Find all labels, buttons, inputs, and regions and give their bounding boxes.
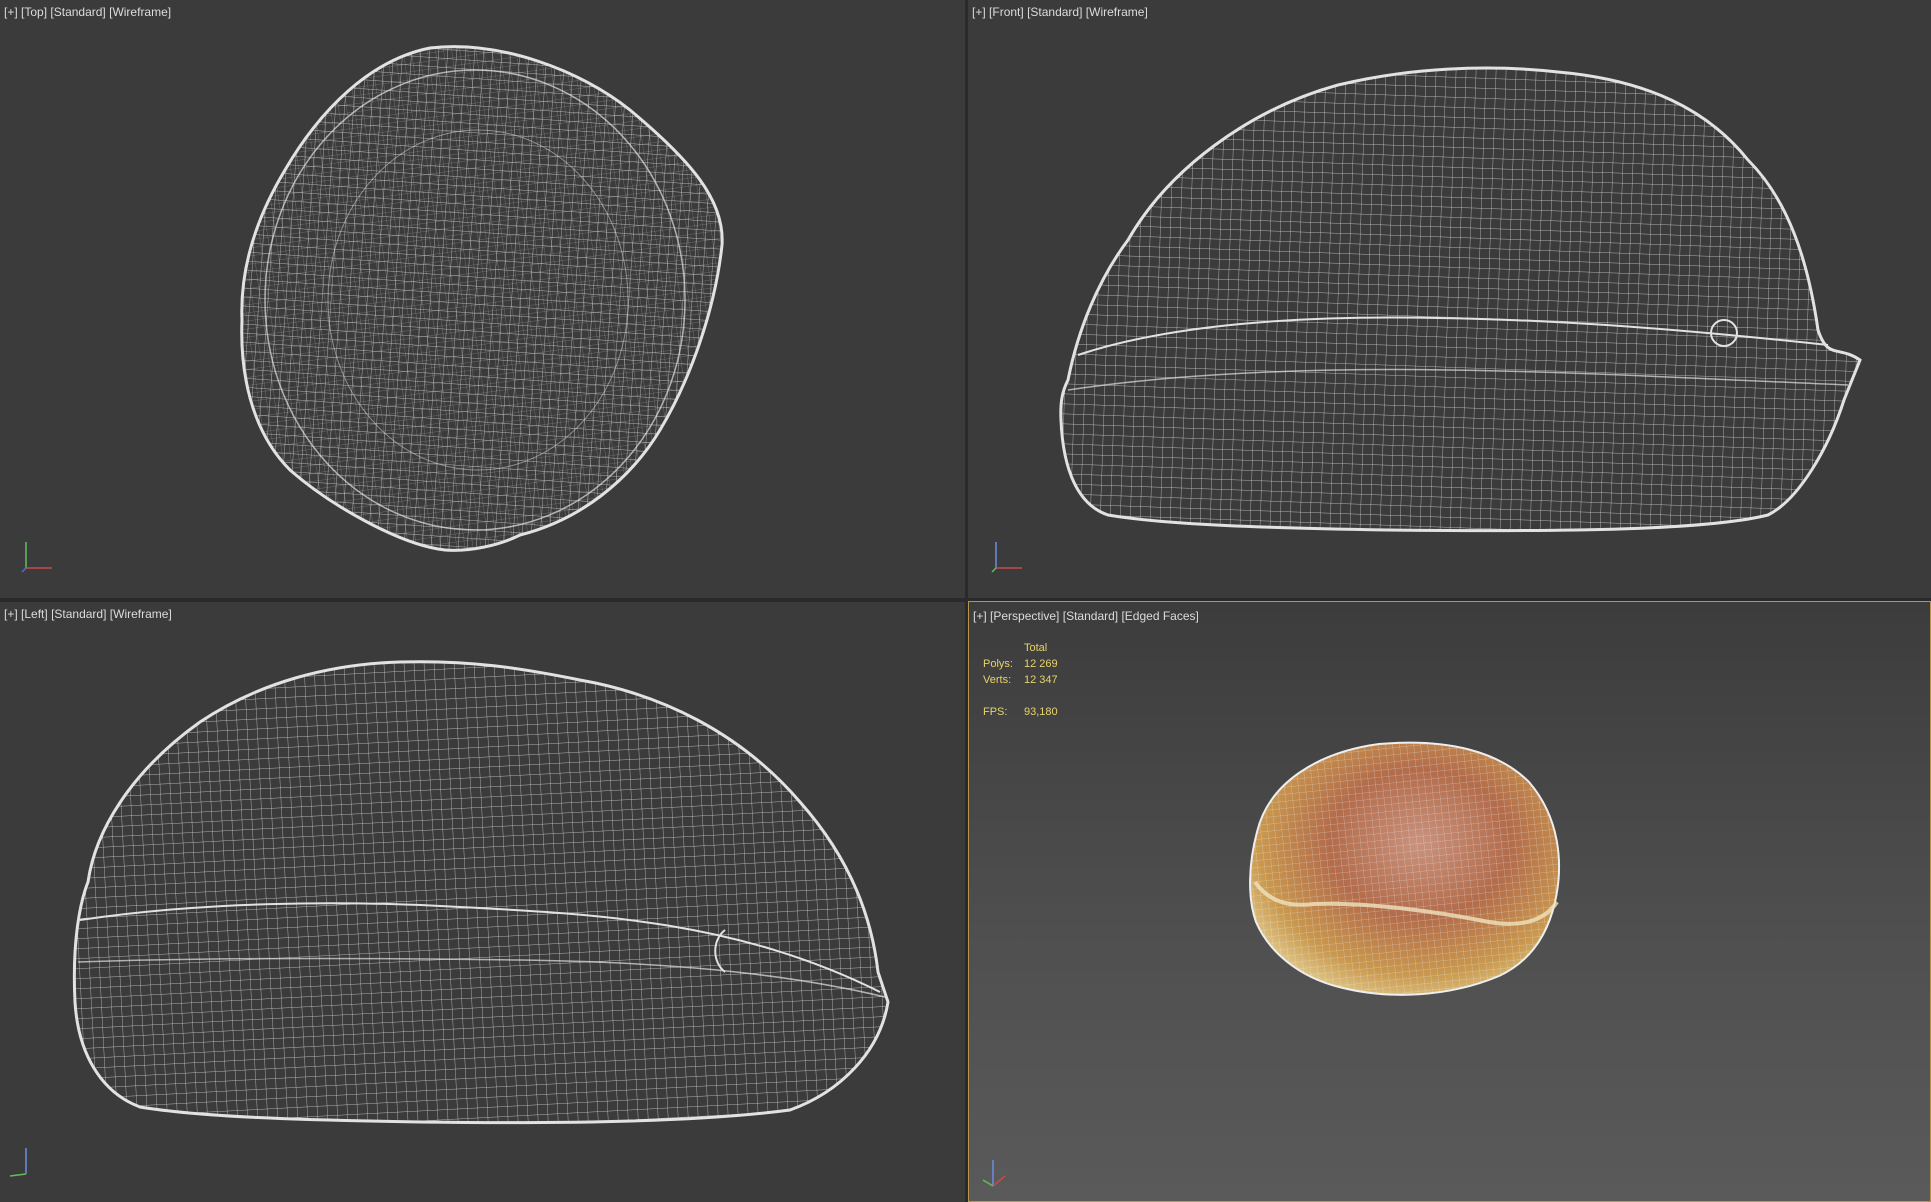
shading-mode-button[interactable]: [Edged Faces] [1121, 609, 1198, 623]
axis-gizmo-icon [9, 1148, 27, 1177]
axis-gizmo-icon [21, 542, 52, 573]
render-mode-button[interactable]: [Standard] [50, 5, 105, 19]
bun-wireframe-top [240, 45, 724, 552]
viewport-label-front: [+] [Front] [Standard] [Wireframe] [972, 5, 1148, 19]
shading-mode-button[interactable]: [Wireframe] [109, 5, 171, 19]
polys-label: Polys: [983, 658, 1013, 670]
viewport-menu-button[interactable]: [+] [4, 5, 18, 19]
bun-wireframe-left [72, 660, 890, 1125]
viewport-label-top: [+] [Top] [Standard] [Wireframe] [4, 5, 171, 19]
viewport-perspective[interactable]: [+] [Perspective] [Standard] [Edged Face… [968, 601, 1931, 1202]
axis-gizmo-icon [991, 542, 1022, 573]
fps-label: FPS: [983, 706, 1008, 718]
shading-mode-button[interactable]: [Wireframe] [110, 607, 172, 621]
viewport-menu-button[interactable]: [+] [4, 607, 18, 621]
viewport-label-perspective: [+] [Perspective] [Standard] [Edged Face… [973, 609, 1199, 623]
viewport-menu-button[interactable]: [+] [972, 5, 986, 19]
view-name-button[interactable]: [Left] [21, 607, 48, 621]
fps-value: 93,180 [1024, 706, 1058, 718]
viewport-front[interactable]: [+] [Front] [Standard] [Wireframe] [968, 0, 1931, 598]
viewport-left[interactable]: [+] [Left] [Standard] [Wireframe] [0, 602, 965, 1202]
view-name-button[interactable]: [Perspective] [990, 609, 1059, 623]
render-mode-button[interactable]: [Standard] [1027, 5, 1082, 19]
viewport-label-left: [+] [Left] [Standard] [Wireframe] [4, 607, 172, 621]
stats-header: Total [1024, 642, 1048, 654]
bun-shaded-perspective [1249, 741, 1560, 996]
verts-label: Verts: [983, 674, 1012, 686]
viewport-layout: [+] [Top] [Standard] [Wireframe] [+] [Fr… [0, 0, 1931, 1202]
axis-gizmo-icon [982, 1160, 1006, 1187]
viewport-top[interactable]: [+] [Top] [Standard] [Wireframe] [0, 0, 965, 598]
render-mode-button[interactable]: [Standard] [51, 607, 106, 621]
bun-wireframe-front [1059, 66, 1862, 533]
view-name-button[interactable]: [Top] [21, 5, 47, 19]
viewport-menu-button[interactable]: [+] [973, 609, 987, 623]
shading-mode-button[interactable]: [Wireframe] [1086, 5, 1148, 19]
verts-value: 12 347 [1024, 674, 1058, 686]
polys-value: 12 269 [1024, 658, 1058, 670]
render-mode-button[interactable]: [Standard] [1063, 609, 1118, 623]
view-name-button[interactable]: [Front] [989, 5, 1024, 19]
scene-statistics: Total Polys: 12 269 Verts: 12 347 FPS: 93,1… [983, 640, 1058, 720]
